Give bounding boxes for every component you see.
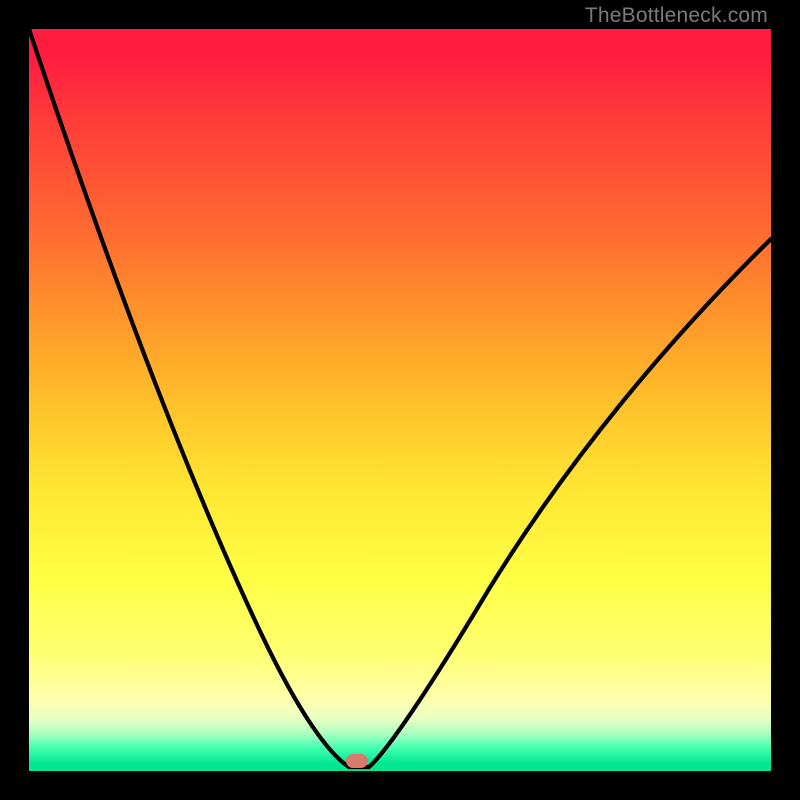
chart-frame: TheBottleneck.com — [0, 0, 800, 800]
plot-area — [29, 29, 771, 771]
curve-path — [29, 29, 771, 767]
watermark-text: TheBottleneck.com — [585, 4, 768, 28]
optimum-marker — [346, 754, 368, 768]
bottleneck-curve — [29, 29, 771, 771]
